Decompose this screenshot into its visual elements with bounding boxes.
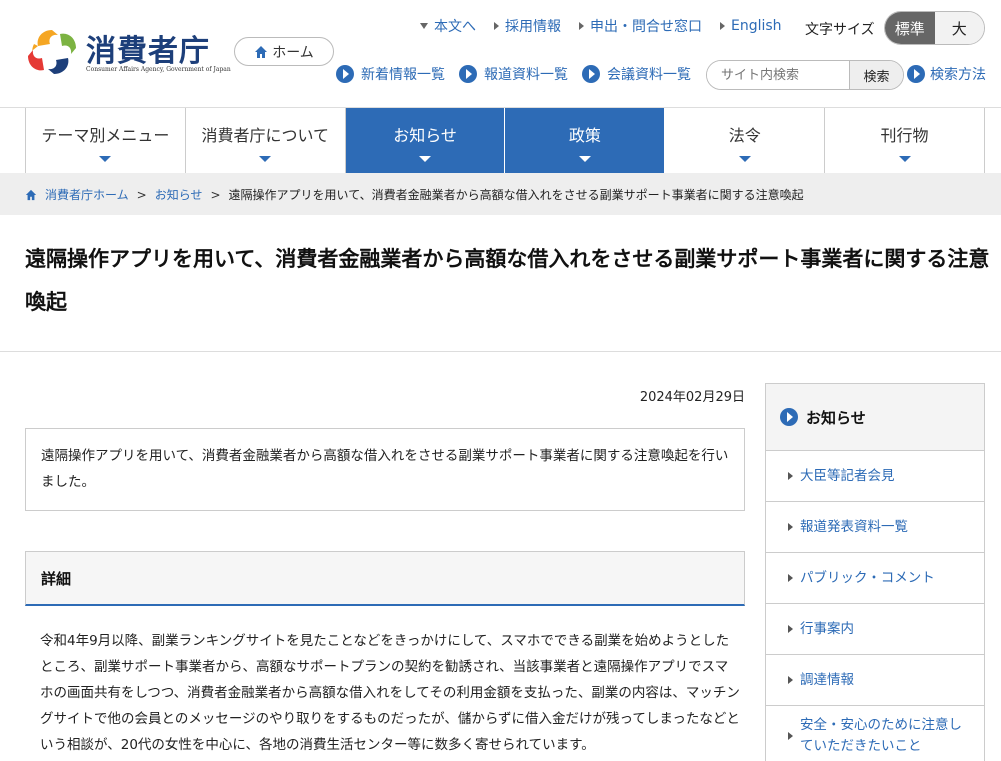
- link-label: 検索方法: [930, 67, 986, 83]
- divider: [0, 351, 1001, 352]
- sidebar-item-events[interactable]: 行事案内: [766, 604, 984, 655]
- sidebar-item-label: 大臣等記者会見: [800, 467, 895, 484]
- home-icon: [255, 45, 268, 58]
- font-size-label: 文字サイズ: [805, 22, 875, 38]
- sidebar-heading-label: お知らせ: [806, 408, 866, 427]
- summary-box: 遠隔操作アプリを用いて、消費者金融業者から高額な借入れをさせる副業サポート事業者…: [25, 428, 745, 511]
- sidebar-item-label: パブリック・コメント: [800, 569, 935, 586]
- font-size-standard-button[interactable]: 標準: [885, 12, 935, 44]
- nav-label: 法令: [728, 125, 761, 145]
- home-icon: [25, 189, 37, 200]
- breadcrumb: 消費者庁ホーム > お知らせ > 遠隔操作アプリを用いて、消費者金融業者から高額…: [25, 186, 804, 203]
- circle-arrow-icon: [582, 65, 600, 83]
- sidebar-item-label: 行事案内: [800, 620, 854, 637]
- logo-text: 消費者庁: [86, 34, 210, 69]
- global-nav: テーマ別メニュー 消費者庁について お知らせ 政策 法令 刊行物: [25, 108, 985, 173]
- quick-links: 新着情報一覧 報道資料一覧 会議資料一覧: [336, 64, 691, 84]
- sidebar-item-public-comment[interactable]: パブリック・コメント: [766, 553, 984, 604]
- home-button[interactable]: ホーム: [234, 37, 334, 66]
- search-input[interactable]: [707, 61, 849, 89]
- triangle-right-icon: [788, 523, 793, 531]
- sidebar-item-press-conference[interactable]: 大臣等記者会見: [766, 451, 984, 502]
- nav-laws[interactable]: 法令: [665, 108, 826, 173]
- triangle-right-icon: [494, 22, 499, 30]
- sidebar-item-label: 調達情報: [800, 671, 854, 688]
- utility-links: 本文へ 採用情報 申出・問合せ窓口 English: [420, 16, 782, 36]
- circle-arrow-icon: [336, 65, 354, 83]
- sidebar: お知らせ 大臣等記者会見 報道発表資料一覧 パブリック・コメント 行事案内 調達…: [765, 383, 985, 761]
- triangle-right-icon: [788, 676, 793, 684]
- nav-theme-menu[interactable]: テーマ別メニュー: [26, 108, 186, 173]
- publish-date: 2024年02月29日: [639, 390, 745, 405]
- breadcrumb-news[interactable]: お知らせ: [155, 186, 203, 203]
- page-title: 遠隔操作アプリを用いて、消費者金融業者から高額な借入れをさせる副業サポート事業者…: [25, 247, 990, 314]
- nav-label: テーマ別メニュー: [41, 125, 170, 145]
- site-search: 検索: [706, 60, 904, 90]
- english-link[interactable]: English: [720, 16, 782, 36]
- nav-label: お知らせ: [393, 125, 457, 145]
- chevron-down-icon: [898, 155, 911, 162]
- triangle-right-icon: [788, 472, 793, 480]
- logo-mark-icon: [28, 30, 76, 74]
- meeting-list-link[interactable]: 会議資料一覧: [582, 64, 691, 84]
- triangle-right-icon: [579, 22, 584, 30]
- sidebar-heading: お知らせ: [766, 384, 984, 451]
- search-button[interactable]: 検索: [849, 61, 903, 89]
- breadcrumb-current: 遠隔操作アプリを用いて、消費者金融業者から高額な借入れをさせる副業サポート事業者…: [228, 188, 804, 202]
- triangle-right-icon: [788, 625, 793, 633]
- recruitment-link[interactable]: 採用情報: [494, 16, 561, 36]
- chevron-down-icon: [419, 155, 432, 162]
- nav-about[interactable]: 消費者庁について: [186, 108, 346, 173]
- link-label: 会議資料一覧: [607, 67, 691, 83]
- breadcrumb-separator: >: [210, 187, 221, 202]
- sidebar-item-label: 安全・安心のために注意していただきたいこと: [800, 716, 962, 754]
- sidebar-item-procurement[interactable]: 調達情報: [766, 655, 984, 706]
- sidebar-item-label: 報道発表資料一覧: [800, 518, 908, 535]
- chevron-down-icon: [259, 155, 272, 162]
- nav-policy[interactable]: 政策: [505, 108, 666, 173]
- link-label: 新着情報一覧: [361, 67, 445, 83]
- breadcrumb-separator: >: [136, 187, 147, 202]
- nav-publications[interactable]: 刊行物: [825, 108, 985, 173]
- site-header: 消費者庁 Consumer Affairs Agency, Government…: [0, 0, 1001, 108]
- nav-label: 消費者庁について: [201, 125, 329, 145]
- inquiry-link[interactable]: 申出・問合せ窓口: [579, 16, 702, 36]
- detail-heading: 詳細: [25, 551, 745, 606]
- search-help-link[interactable]: 検索方法: [907, 64, 986, 84]
- detail-body: 令和4年9月以降、副業ランキングサイトを見たことなどをきっかけにして、スマホでで…: [40, 633, 740, 753]
- skip-to-content-link[interactable]: 本文へ: [420, 16, 476, 36]
- breadcrumb-bar: 消費者庁ホーム > お知らせ > 遠隔操作アプリを用いて、消費者金融業者から高額…: [0, 173, 1001, 215]
- chevron-down-icon: [99, 155, 112, 162]
- triangle-right-icon: [720, 22, 725, 30]
- sidebar-item-press-releases[interactable]: 報道発表資料一覧: [766, 502, 984, 553]
- chevron-down-icon: [738, 155, 751, 162]
- link-label: 採用情報: [505, 19, 561, 35]
- triangle-right-icon: [788, 574, 793, 582]
- sidebar-item-safety[interactable]: 安全・安心のために注意していただきたいこと: [766, 706, 984, 761]
- news-list-link[interactable]: 新着情報一覧: [336, 64, 445, 84]
- nav-label: 刊行物: [880, 125, 929, 145]
- circle-arrow-icon: [780, 408, 798, 426]
- site-logo[interactable]: 消費者庁 Consumer Affairs Agency, Government…: [24, 26, 231, 80]
- link-label: 本文へ: [434, 19, 476, 35]
- nav-label: 政策: [568, 125, 601, 145]
- link-label: 報道資料一覧: [484, 67, 568, 83]
- nav-news[interactable]: お知らせ: [345, 108, 506, 173]
- link-label: 申出・問合せ窓口: [590, 19, 702, 35]
- font-size-switcher: 標準 大: [884, 11, 985, 45]
- logo-subtitle: Consumer Affairs Agency, Government of J…: [86, 66, 231, 73]
- triangle-right-icon: [788, 731, 793, 740]
- chevron-down-icon: [578, 155, 591, 162]
- circle-arrow-icon: [459, 65, 477, 83]
- font-size-large-button[interactable]: 大: [934, 12, 984, 44]
- link-label: English: [731, 18, 782, 34]
- home-button-label: ホーム: [272, 44, 314, 61]
- circle-arrow-icon: [907, 65, 925, 83]
- press-list-link[interactable]: 報道資料一覧: [459, 64, 568, 84]
- triangle-down-icon: [420, 23, 428, 29]
- breadcrumb-home[interactable]: 消費者庁ホーム: [45, 186, 129, 203]
